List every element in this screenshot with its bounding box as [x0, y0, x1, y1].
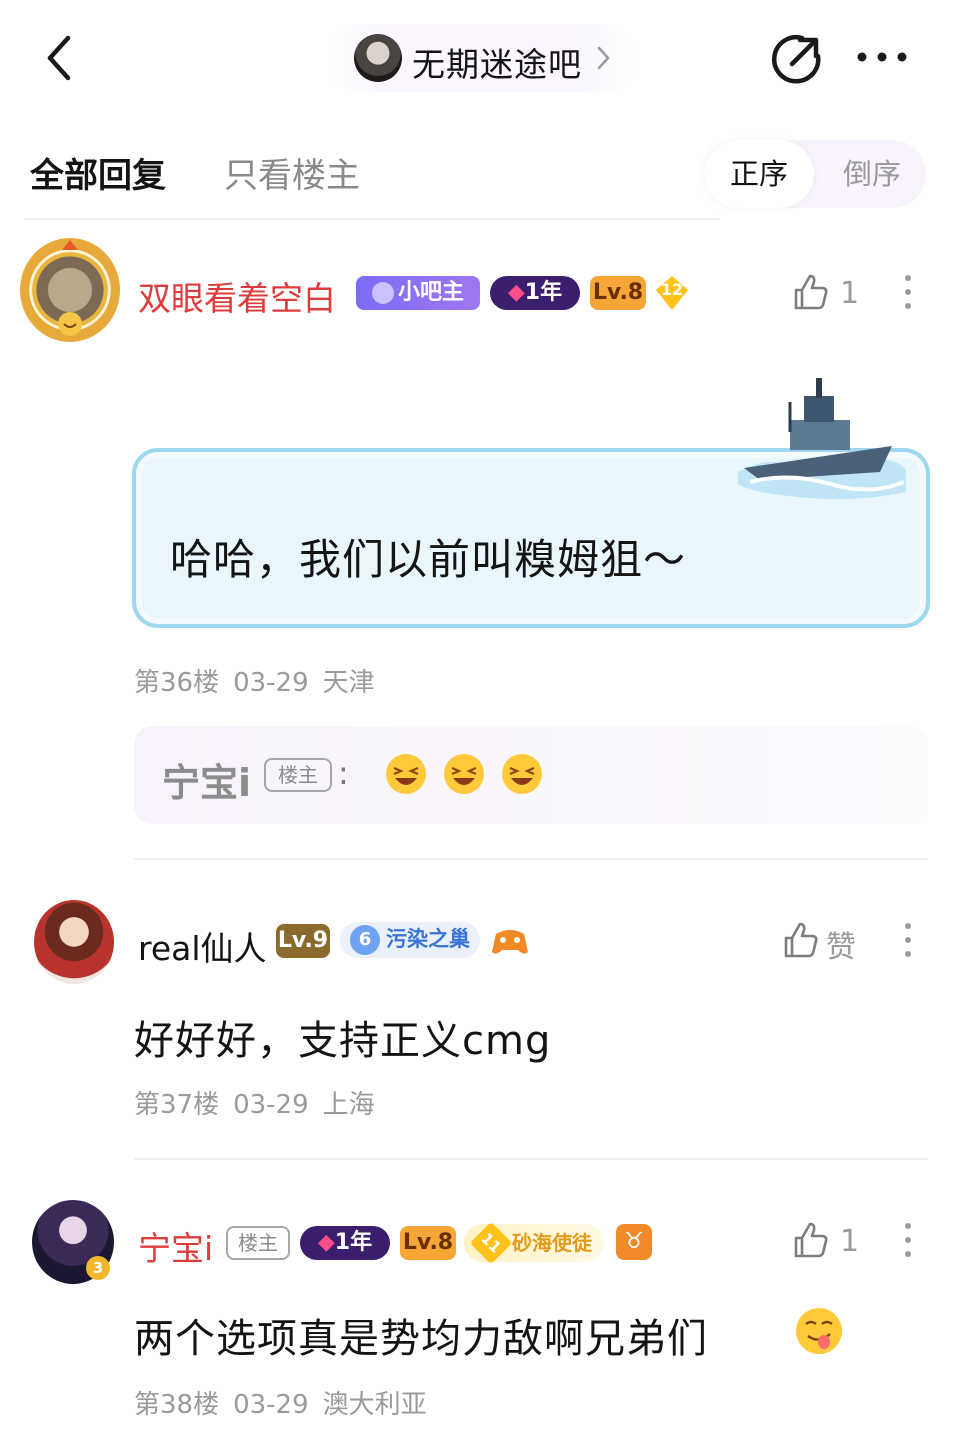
post-location: 天津	[322, 668, 375, 698]
sub-reply-colon: :	[338, 754, 349, 792]
more-horizontal-icon[interactable]	[852, 40, 912, 74]
post-date: 03-29	[233, 668, 309, 698]
avatar[interactable]	[20, 238, 120, 342]
post-date: 03-29	[233, 1090, 309, 1120]
forum-name: 无期迷途吧	[412, 45, 582, 84]
avatar-frame-icon	[58, 240, 82, 336]
laughing-emoji-icon	[386, 754, 426, 794]
moderator-badge: 小吧主	[356, 276, 480, 310]
more-vertical-icon[interactable]	[904, 274, 912, 310]
post-meta: 第37楼 03-29 上海	[134, 1084, 389, 1121]
more-vertical-icon[interactable]	[904, 922, 912, 958]
like-label[interactable]: 赞	[826, 922, 856, 966]
floor-number: 第36楼	[134, 668, 220, 698]
group-name: 污染之巢	[386, 927, 470, 951]
forum-avatar	[354, 34, 402, 82]
order-asc-button[interactable]: 正序	[704, 140, 814, 208]
post-location: 上海	[322, 1090, 375, 1120]
gem-level-label: 12	[660, 280, 684, 299]
level-badge: Lv.8	[590, 276, 646, 310]
level-badge: Lv.9	[276, 924, 330, 958]
order-toggle: 正序 倒序	[704, 140, 926, 208]
warship-icon	[738, 378, 906, 500]
forum-link[interactable]: 无期迷途吧	[326, 24, 636, 92]
sub-reply-username[interactable]: 宁宝i	[162, 752, 251, 807]
floor-number: 第37楼	[134, 1090, 220, 1120]
post-location: 澳大利亚	[322, 1390, 427, 1420]
owner-tag: 楼主	[226, 1226, 290, 1260]
tongue-out-emoji-icon	[796, 1308, 842, 1354]
gem-level-label: 11	[469, 1221, 513, 1265]
avatar[interactable]	[34, 900, 114, 984]
chevron-right-icon	[597, 46, 610, 70]
comment-text: 两个选项真是势均力敌啊兄弟们	[134, 1316, 708, 1362]
group-level: 6	[350, 925, 380, 955]
thumbs-up-icon[interactable]	[790, 272, 830, 312]
level-badge: Lv.8	[400, 1226, 456, 1260]
like-count: 1	[840, 1224, 860, 1259]
years-badge-label: 1年	[334, 1230, 373, 1255]
thumbs-up-icon[interactable]	[790, 1220, 830, 1260]
share-icon[interactable]	[770, 30, 826, 86]
reply-tabs: 全部回复 只看楼主 正序 倒序	[0, 118, 960, 222]
moderator-badge-label: 小吧主	[397, 280, 464, 305]
back-chevron-icon[interactable]	[36, 30, 86, 86]
comment-text: 好好好，支持正义cmg	[134, 1018, 552, 1064]
floor-number: 第38楼	[134, 1390, 220, 1420]
username[interactable]: 宁宝i	[138, 1222, 213, 1270]
tab-owner-only[interactable]: 只看楼主	[224, 148, 360, 197]
order-desc-button[interactable]: 倒序	[818, 140, 926, 208]
divider	[134, 858, 928, 860]
sub-reply[interactable]: 宁宝i 楼主 :	[134, 726, 928, 824]
game-icon	[492, 930, 528, 954]
thumbs-up-icon[interactable]	[780, 920, 820, 960]
username[interactable]: real仙人	[138, 922, 267, 970]
divider	[134, 1158, 928, 1160]
title-badge: 11 砂海使徒	[464, 1221, 604, 1265]
comment-text: 哈哈，我们以前叫糗姆狙～	[170, 535, 687, 584]
like-count: 1	[840, 276, 860, 311]
avatar-level-badge: 3	[86, 1256, 110, 1280]
top-bar: 无期迷途吧	[0, 0, 960, 118]
divider	[24, 218, 720, 220]
post-date: 03-29	[233, 1390, 309, 1420]
group-badge: 6 污染之巢	[340, 922, 480, 958]
tab-all-replies[interactable]: 全部回复	[30, 148, 166, 197]
owner-tag: 楼主	[264, 758, 332, 792]
username[interactable]: 双眼看着空白	[138, 272, 336, 320]
title-label: 砂海使徒	[512, 1231, 592, 1255]
more-vertical-icon[interactable]	[904, 1222, 912, 1258]
laughing-emoji-icon	[502, 754, 542, 794]
years-badge-label: 1年	[524, 280, 563, 305]
gem-level-badge: 12	[652, 274, 692, 312]
years-badge: ◆1年	[300, 1226, 390, 1260]
laughing-emoji-icon	[444, 754, 484, 794]
post-meta: 第36楼 03-29 天津	[134, 662, 389, 699]
years-badge: ◆1年	[490, 276, 580, 310]
zodiac-badge: ♉	[616, 1224, 652, 1260]
post-meta: 第38楼 03-29 澳大利亚	[134, 1384, 441, 1421]
